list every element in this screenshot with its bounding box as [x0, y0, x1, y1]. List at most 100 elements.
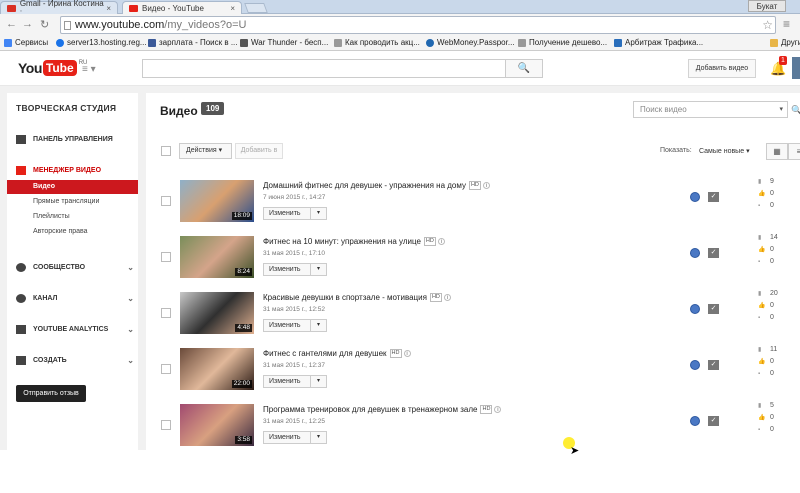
- tab-title: Видео - YouTube: [142, 3, 204, 13]
- bookmark-item[interactable]: Как проводить акц...: [334, 38, 420, 47]
- like-icon: 👍: [758, 191, 766, 197]
- edit-button[interactable]: Изменить: [263, 263, 311, 276]
- youtube-logo[interactable]: You Tube RU: [18, 60, 87, 76]
- bookmarks-bar: Сервисы server13.hosting.reg... зарплата…: [0, 36, 800, 51]
- bookmark-item[interactable]: Арбитраж Трафика...: [614, 38, 703, 47]
- monetization-check-icon[interactable]: ✓: [708, 360, 719, 370]
- video-thumbnail[interactable]: 8:24: [180, 236, 254, 278]
- sidebar-item-dashboard[interactable]: ПАНЕЛЬ УПРАВЛЕНИЯ: [16, 135, 134, 144]
- video-thumbnail[interactable]: 18:09: [180, 180, 254, 222]
- actions-dropdown[interactable]: Действия ▾: [179, 143, 232, 159]
- sidebar-subitem-live[interactable]: Прямые трансляции: [7, 195, 138, 209]
- browser-tab-bar: Gmail - Ирина Костина : × Видео - YouTub…: [0, 0, 800, 17]
- edit-button[interactable]: Изменить: [263, 207, 311, 220]
- bookmark-item[interactable]: Сервисы: [4, 38, 48, 47]
- video-thumbnail[interactable]: 4:48: [180, 292, 254, 334]
- menu-icon[interactable]: ≡: [783, 17, 790, 31]
- edit-button[interactable]: Изменить: [263, 319, 311, 332]
- list-view-button[interactable]: ≡: [788, 143, 800, 160]
- video-date: 31 мая 2015 г., 12:52: [263, 306, 325, 313]
- page-title: Видео: [160, 104, 198, 118]
- row-checkbox[interactable]: [161, 364, 171, 374]
- video-title[interactable]: Домашний фитнес для девушек - упражнения…: [263, 181, 490, 191]
- monetization-check-icon[interactable]: ✓: [708, 192, 719, 202]
- video-search-input[interactable]: Поиск видео ▾: [633, 101, 788, 118]
- video-title[interactable]: Фитнес на 10 минут: упражнения на улице H…: [263, 237, 445, 247]
- select-all-checkbox[interactable]: [161, 146, 171, 156]
- edit-dropdown-button[interactable]: ▾: [310, 375, 327, 388]
- edit-dropdown-button[interactable]: ▾: [310, 263, 327, 276]
- video-thumbnail[interactable]: 3:58: [180, 404, 254, 446]
- search-button[interactable]: 🔍: [505, 59, 543, 78]
- sidebar-subitem-playlists[interactable]: Плейлисты: [7, 210, 138, 224]
- public-visibility-icon[interactable]: [690, 192, 700, 202]
- edit-dropdown-button[interactable]: ▾: [310, 431, 327, 444]
- video-thumbnail[interactable]: 22:00: [180, 348, 254, 390]
- tab-gmail[interactable]: Gmail - Ирина Костина : ×: [0, 0, 118, 17]
- monetization-check-icon[interactable]: ✓: [708, 304, 719, 314]
- bookmark-item[interactable]: War Thunder - бесп...: [240, 38, 328, 47]
- new-tab-button[interactable]: [244, 3, 268, 13]
- bookmark-item[interactable]: Получение дешево...: [518, 38, 607, 47]
- send-feedback-button[interactable]: Отправить отзыв: [16, 385, 86, 402]
- forward-icon[interactable]: →: [22, 18, 33, 30]
- sidebar-item-channel[interactable]: КАНАЛ ⌄: [16, 294, 134, 303]
- row-checkbox[interactable]: [161, 420, 171, 430]
- close-icon[interactable]: ×: [106, 4, 111, 13]
- hd-badge: HD: [423, 237, 436, 247]
- bookmark-item[interactable]: WebMoney.Passpor...: [426, 38, 515, 47]
- sidebar-subitem-copyright[interactable]: Авторские права: [7, 225, 138, 239]
- avatar[interactable]: [792, 57, 800, 79]
- url-input[interactable]: www.youtube.com/my_videos?o=U ☆: [60, 16, 776, 34]
- add-to-button[interactable]: Добавить в: [235, 143, 283, 159]
- monetization-check-icon[interactable]: ✓: [708, 248, 719, 258]
- sidebar-item-community[interactable]: СООБЩЕСТВО ⌄: [16, 263, 134, 272]
- comments-stat: ▪ 0: [758, 370, 774, 377]
- upload-button[interactable]: Добавить видео: [688, 59, 756, 78]
- mouse-cursor-icon: ➤: [570, 445, 580, 457]
- webmoney-icon: [426, 38, 434, 47]
- bookmark-folder[interactable]: Другие: [770, 38, 800, 47]
- hd-badge: HD: [389, 349, 402, 359]
- video-duration: 18:09: [231, 212, 252, 220]
- hd-badge: HD: [468, 181, 481, 191]
- public-visibility-icon[interactable]: [690, 416, 700, 426]
- row-checkbox[interactable]: [161, 196, 171, 206]
- user-profile-tag[interactable]: Букат: [748, 0, 786, 12]
- edit-dropdown-button[interactable]: ▾: [310, 319, 327, 332]
- grid-view-button[interactable]: ▦: [766, 143, 788, 160]
- row-checkbox[interactable]: [161, 308, 171, 318]
- row-checkbox[interactable]: [161, 252, 171, 262]
- public-visibility-icon[interactable]: [690, 248, 700, 258]
- edit-button[interactable]: Изменить: [263, 375, 311, 388]
- guide-menu-icon[interactable]: ≡ ▾: [82, 64, 96, 75]
- sort-dropdown[interactable]: Самые новые ▾: [699, 147, 750, 155]
- likes-stat: 👍 0: [758, 302, 774, 309]
- sidebar-item-create[interactable]: СОЗДАТЬ ⌄: [16, 356, 134, 365]
- edit-button[interactable]: Изменить: [263, 431, 311, 444]
- analytics-icon: [16, 325, 26, 334]
- sidebar-item-video-manager[interactable]: МЕНЕДЖЕР ВИДЕО: [16, 166, 134, 175]
- monetization-check-icon[interactable]: ✓: [708, 416, 719, 426]
- edit-dropdown-button[interactable]: ▾: [310, 207, 327, 220]
- show-label: Показать:: [660, 147, 692, 154]
- sidebar-item-analytics[interactable]: YOUTUBE ANALYTICS ⌄: [16, 325, 134, 334]
- sidebar-subitem-videos[interactable]: Видео: [7, 180, 138, 194]
- bookmark-star-icon[interactable]: ☆: [762, 17, 773, 33]
- bookmark-item[interactable]: server13.hosting.reg...: [56, 38, 147, 47]
- bookmark-item[interactable]: зарплата - Поиск в ...: [148, 38, 238, 47]
- chevron-down-icon[interactable]: ▾: [779, 102, 783, 117]
- reload-icon[interactable]: ↻: [40, 18, 49, 31]
- video-title[interactable]: Красивые девушки в спортзале - мотивация…: [263, 293, 451, 303]
- search-input[interactable]: [142, 59, 506, 78]
- close-icon[interactable]: ×: [230, 4, 235, 13]
- public-visibility-icon[interactable]: [690, 360, 700, 370]
- public-visibility-icon[interactable]: [690, 304, 700, 314]
- tab-youtube[interactable]: Видео - YouTube ×: [122, 1, 242, 14]
- search-icon[interactable]: 🔍: [791, 105, 800, 116]
- video-date: 31 мая 2015 г., 12:25: [263, 418, 325, 425]
- info-icon: i: [443, 294, 451, 302]
- video-title[interactable]: Программа тренировок для девушек в трена…: [263, 405, 502, 415]
- video-title[interactable]: Фитнес с гантелями для девушек HD i: [263, 349, 411, 359]
- back-icon[interactable]: ←: [6, 18, 17, 30]
